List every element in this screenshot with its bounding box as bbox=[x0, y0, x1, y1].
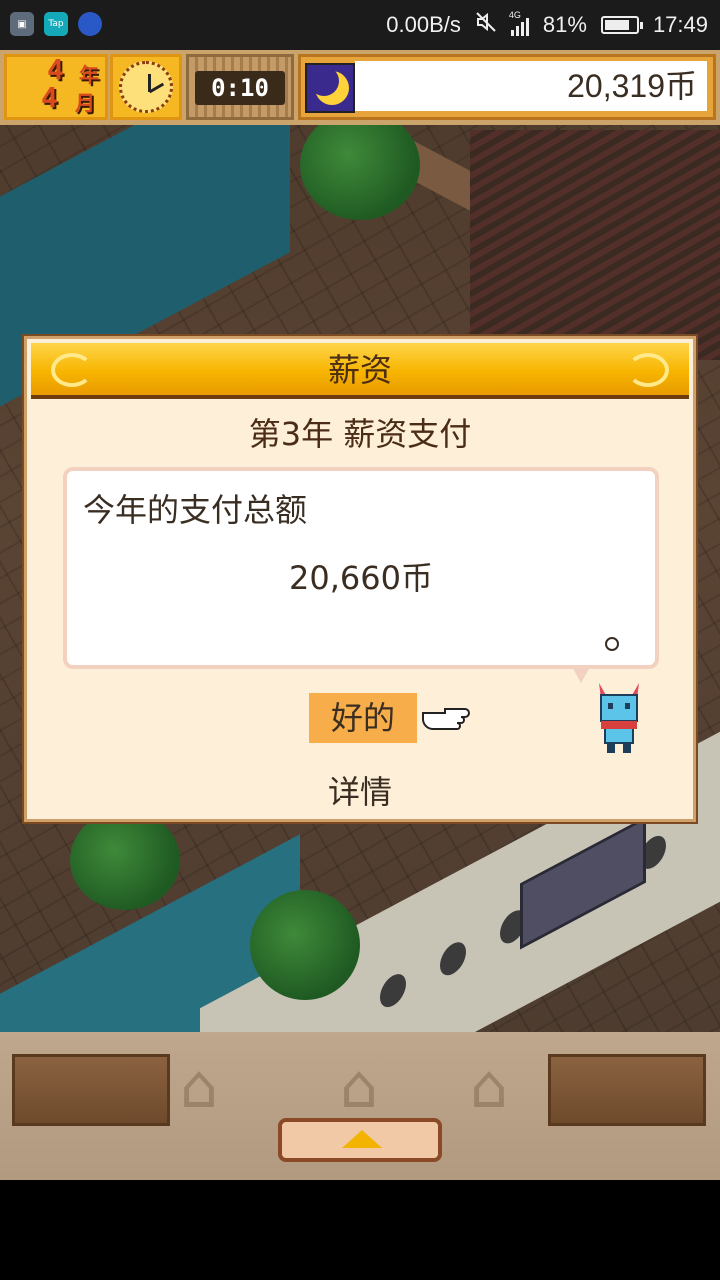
payment-total-amount: 20,660币 bbox=[289, 559, 433, 597]
bottom-bar: ⌂ ⌂ ⌂ bbox=[0, 1032, 720, 1180]
dialog-header: 薪资 bbox=[31, 343, 689, 399]
tree bbox=[300, 110, 420, 220]
up-arrow-icon bbox=[342, 1130, 382, 1148]
dialog-subtitle: 第3年 薪资支付 bbox=[248, 415, 472, 453]
salary-dialog: 薪资 第3年 薪资支付 今年的支付总额 20,660币 好的 详情 bbox=[24, 336, 696, 822]
taptap-icon: Tap bbox=[44, 12, 68, 36]
browser-icon bbox=[78, 12, 102, 36]
wall-window bbox=[440, 936, 466, 981]
game-time: 0:10 bbox=[195, 71, 285, 105]
battery-level bbox=[604, 20, 629, 30]
battery-percent: 81% bbox=[542, 12, 587, 37]
shop-silhouette-icon: ⌂ bbox=[470, 1052, 509, 1122]
continue-indicator-icon bbox=[605, 637, 619, 651]
game-time-panel: 0:10 bbox=[186, 54, 294, 120]
month-unit: 月 bbox=[75, 91, 95, 115]
status-bar: ▣ Tap 0.00B/s 4G 81% 17:49 bbox=[0, 0, 720, 50]
network-speed: 0.00B/s bbox=[386, 12, 461, 37]
right-menu-panel[interactable] bbox=[548, 1054, 706, 1126]
clock-time: 17:49 bbox=[652, 12, 708, 37]
clock-minute-hand bbox=[148, 82, 165, 94]
battery-icon bbox=[600, 16, 643, 34]
signal-icon: 4G bbox=[509, 10, 529, 36]
system-nav-area bbox=[0, 1180, 720, 1280]
night-moon-icon bbox=[305, 63, 355, 113]
building-roof bbox=[470, 130, 720, 360]
gallery-icon: ▣ bbox=[10, 12, 34, 36]
money-amount: 20,319币 bbox=[355, 61, 707, 111]
expand-menu-button[interactable] bbox=[278, 1118, 442, 1162]
clock-panel[interactable] bbox=[110, 54, 182, 120]
year-unit: 年 bbox=[79, 63, 99, 87]
details-button[interactable]: 详情 bbox=[27, 767, 693, 813]
shop-silhouette-icon: ⌂ bbox=[180, 1052, 219, 1122]
tree bbox=[250, 890, 360, 1000]
month-number: 4 bbox=[41, 81, 58, 114]
mute-icon bbox=[475, 11, 497, 39]
money-panel[interactable]: 20,319币 bbox=[298, 54, 716, 120]
left-menu-panel[interactable] bbox=[12, 1054, 170, 1126]
clock-icon bbox=[119, 61, 173, 113]
top-hud: 4 年 4 月 0:10 20,319币 bbox=[0, 50, 720, 125]
date-panel[interactable]: 4 年 4 月 bbox=[4, 53, 108, 120]
wall-window bbox=[380, 968, 406, 1013]
payment-total-label: 今年的支付总额 bbox=[83, 491, 308, 529]
ok-button[interactable]: 好的 bbox=[309, 693, 417, 743]
dialog-title: 薪资 bbox=[327, 351, 392, 389]
speech-bubble-tail bbox=[571, 665, 591, 683]
shop-silhouette-icon: ⌂ bbox=[340, 1052, 379, 1122]
tree bbox=[70, 810, 180, 910]
signal-type: 4G bbox=[508, 10, 521, 20]
dragon-mascot-icon bbox=[599, 683, 639, 753]
status-left-icons: ▣ Tap bbox=[10, 12, 102, 36]
pointing-hand-icon bbox=[422, 708, 470, 730]
speech-bubble: 今年的支付总额 20,660币 bbox=[63, 467, 659, 669]
status-right: 0.00B/s 4G 81% 17:49 bbox=[386, 10, 708, 39]
